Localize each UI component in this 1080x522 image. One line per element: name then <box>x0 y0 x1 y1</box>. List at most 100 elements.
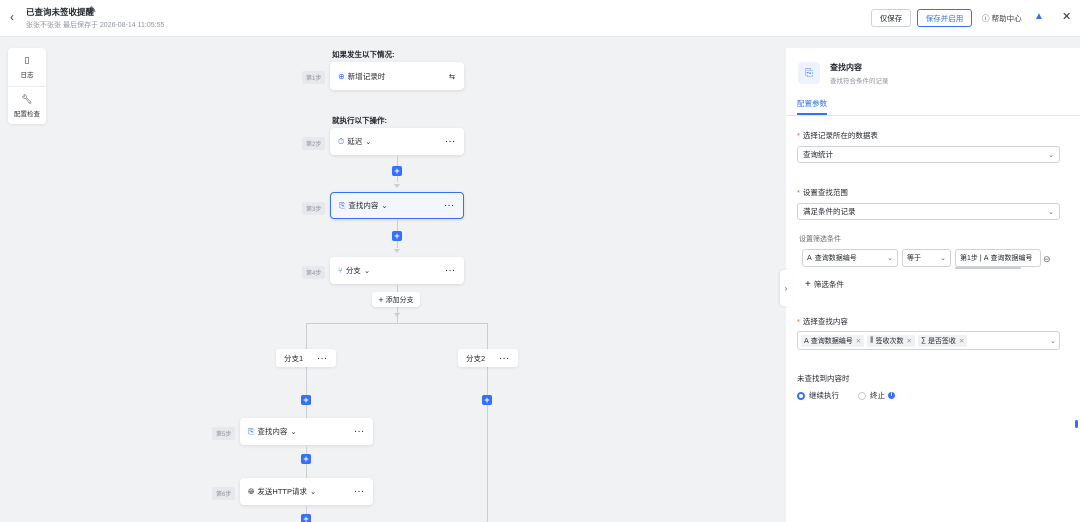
config-check-label: 配置检查 <box>14 110 40 118</box>
arrow-down-icon <box>394 184 400 188</box>
add-step-button[interactable]: + <box>482 395 492 405</box>
add-step-button[interactable]: + <box>301 454 311 464</box>
plus-icon: + <box>805 279 811 290</box>
step-title: 延迟 <box>347 137 363 146</box>
config-check-button[interactable]: 🔧︎ 配置检查 <box>8 86 46 124</box>
more-menu-button[interactable]: ··· <box>355 487 366 496</box>
add-step-button[interactable]: + <box>301 514 311 522</box>
question-circle-icon: ⓘ <box>982 14 990 23</box>
not-found-label: 未查找到内容时 <box>797 374 850 383</box>
more-menu-button[interactable]: ··· <box>318 354 329 363</box>
text-field-icon: 𝖠 <box>983 255 989 262</box>
search-record-icon: ⎘ <box>248 426 255 436</box>
chevron-left-icon[interactable]: ‹ <box>10 10 14 24</box>
text-icon: 𝖠 <box>804 337 809 345</box>
more-menu-button[interactable]: ··· <box>445 201 456 210</box>
step-title: 查找内容 <box>348 201 379 210</box>
required-mark: * <box>797 317 800 326</box>
trigger-label: 新增记录时 <box>347 71 386 81</box>
panel-description: 查找符合条件的记录 <box>830 78 889 85</box>
table-select[interactable]: 查询统计 ⌄ <box>797 146 1060 163</box>
chevron-down-icon: ⌄ <box>310 487 317 496</box>
step-node-find-content-2[interactable]: ⎘ 查找内容 ⌄ ··· <box>240 418 373 445</box>
chevron-down-icon: ⌄ <box>1048 208 1054 216</box>
add-step-button[interactable]: + <box>392 231 402 241</box>
save-and-enable-button[interactable]: 保存并启用 <box>917 9 972 27</box>
step-node-branch[interactable]: ⑂ 分支 ⌄ ··· <box>330 257 464 284</box>
content-tag: 𝖠 查询数据编号 ✕ <box>801 334 865 347</box>
branch-label: 分支2 <box>466 353 486 363</box>
filter-value-field: 查询数据编号 <box>990 255 1033 262</box>
step-node-delay[interactable]: ⏱ 延迟 ⌄ ··· <box>330 128 464 155</box>
sum-icon: ∑ <box>920 337 926 344</box>
panel-title: 查找内容 <box>830 63 862 72</box>
more-menu-button[interactable]: ··· <box>446 137 457 146</box>
swap-icon[interactable]: ⇆ <box>449 72 456 81</box>
step-node-find-content[interactable]: ⎘ 查找内容 ⌄ ··· <box>330 192 464 219</box>
trigger-section-title: 如果发生以下情况: <box>332 50 395 59</box>
trigger-node[interactable]: ⊕ 新增记录时 ⇆ <box>330 62 464 90</box>
add-step-button[interactable]: + <box>392 166 402 176</box>
branch-icon: ⑂ <box>338 266 343 275</box>
search-record-icon: ⎘ <box>339 200 346 210</box>
arrow-down-icon <box>394 313 400 317</box>
scrollbar-thumb[interactable] <box>1075 420 1078 428</box>
page-title: 已查询未签收提醒 <box>26 7 95 17</box>
save-button[interactable]: 仅保存 <box>871 9 911 27</box>
add-branch-button[interactable]: + 添加分支 <box>372 292 420 307</box>
help-label: 帮助中心 <box>991 14 1022 23</box>
more-menu-button[interactable]: ··· <box>355 427 366 436</box>
close-icon[interactable]: ✕ <box>959 337 964 345</box>
horizontal-scrollbar[interactable] <box>955 267 1021 269</box>
required-mark: * <box>797 131 800 140</box>
step-title: 发送HTTP请求 <box>257 487 307 496</box>
branch-node-2[interactable]: 分支2 ··· <box>458 349 518 367</box>
close-icon[interactable]: ✕ <box>906 337 911 345</box>
more-menu-button[interactable]: ··· <box>446 266 457 275</box>
add-filter-button[interactable]: + 筛选条件 <box>805 279 844 290</box>
filter-value-select[interactable]: 第1步 | 𝖠 查询数据编号 <box>955 249 1041 267</box>
tool-panel: ▯ 日志 🔧︎ 配置检查 <box>8 48 46 124</box>
arrow-down-icon <box>394 249 400 253</box>
log-button[interactable]: ▯ 日志 <box>8 48 46 86</box>
action-section-title: 就执行以下操作: <box>332 116 387 125</box>
step-node-http-request[interactable]: 🌐︎ 发送HTTP请求 ⌄ ··· <box>240 478 373 505</box>
info-icon[interactable]: i <box>888 392 895 399</box>
table-field-label: * 选择记录所在的数据表 <box>797 131 878 140</box>
step-title: 分支 <box>345 266 361 275</box>
range-field-label: * 设置查找范围 <box>797 188 848 197</box>
tab-config-params[interactable]: 配置参数 <box>797 98 827 109</box>
filter-field-select[interactable]: 𝖠 查询数据编号 ⌄ <box>802 249 898 267</box>
chevron-down-icon: ⌄ <box>363 266 371 275</box>
filter-operator-select[interactable]: 等于 ⌄ <box>902 249 951 267</box>
close-icon[interactable]: ✕ <box>856 337 861 345</box>
search-record-icon: ⎘ <box>798 62 820 84</box>
save-status: 张张不张张 最后保存于 2026-08-14 11:05:55 <box>26 22 165 29</box>
branch-node-1[interactable]: 分支1 ··· <box>276 349 336 367</box>
branch-label: 分支1 <box>284 353 304 363</box>
range-select[interactable]: 满足条件的记录 ⌄ <box>797 203 1060 220</box>
minus-circle-icon[interactable]: ⊖ <box>1043 254 1051 265</box>
tab-underline <box>797 113 827 115</box>
step-label: 第1步 <box>302 71 326 84</box>
radio-continue[interactable]: 继续执行 <box>797 390 839 401</box>
radio-terminate[interactable]: 终止 i <box>858 390 895 401</box>
text-field-icon: 𝖠 <box>807 255 812 262</box>
pencil-icon[interactable]: ✎ <box>89 5 97 16</box>
app-logo-icon[interactable]: ▲ <box>1034 11 1044 22</box>
plus-icon: + <box>378 294 384 305</box>
chevron-down-icon: ⌄ <box>290 427 297 436</box>
close-icon[interactable]: ✕ <box>1062 10 1071 23</box>
chevron-down-icon: ⌄ <box>365 137 372 146</box>
more-menu-button[interactable]: ··· <box>500 354 511 363</box>
wrench-icon: 🔧︎ <box>21 93 33 104</box>
table-select-value: 查询统计 <box>803 150 833 159</box>
help-center-link[interactable]: ⓘ 帮助中心 <box>982 13 1022 24</box>
add-step-button[interactable]: + <box>301 395 311 405</box>
content-multi-select[interactable]: 𝖠 查询数据编号 ✕ ⫼ 签收次数 ✕ ∑ 是否签收 ✕ ⌄ <box>797 331 1060 350</box>
chevron-right-icon[interactable]: › <box>780 270 792 306</box>
step-label: 第6步 <box>212 487 236 500</box>
timer-icon: ⏱ <box>338 136 345 146</box>
required-mark: * <box>797 188 800 197</box>
step-title: 查找内容 <box>257 427 288 436</box>
